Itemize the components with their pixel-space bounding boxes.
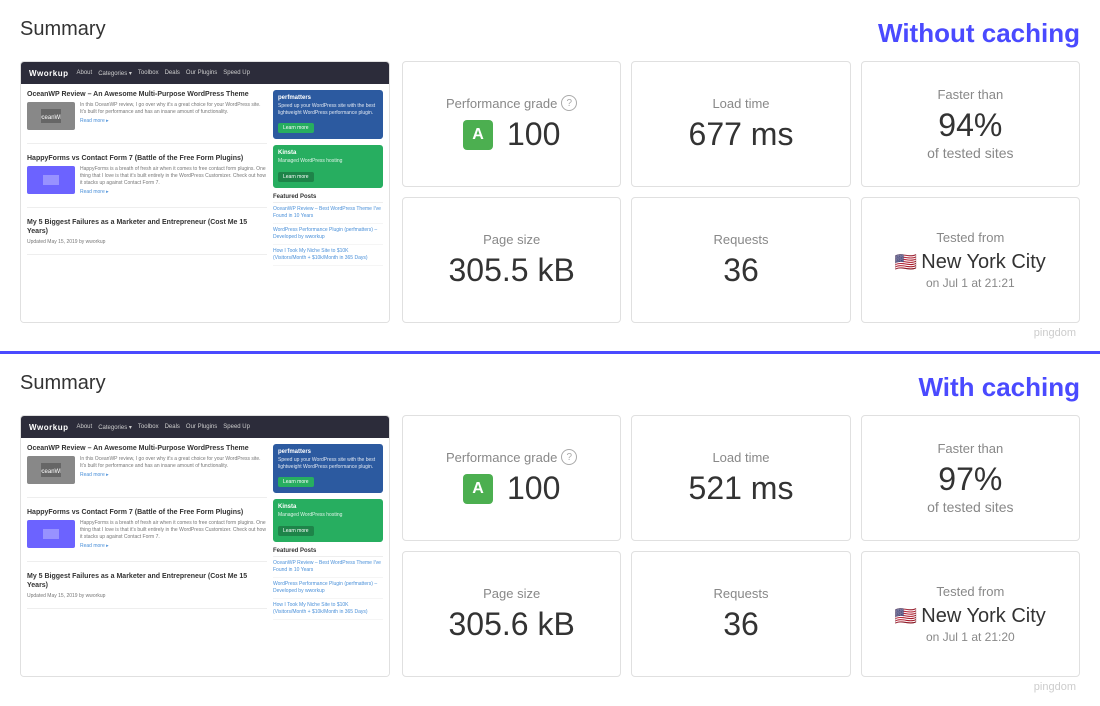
faster-than-value-top: 94% [938,108,1002,143]
tested-from-date-top: on Jul 1 at 21:21 [926,276,1015,290]
mock-post-2-bottom: HappyForms vs Contact Form 7 (Battle of … [27,508,267,562]
faster-than-value-bottom: 97% [938,462,1002,497]
tested-from-date-bottom: on Jul 1 at 21:20 [926,630,1015,644]
perf-value-bottom: 100 [507,471,560,506]
with-caching-section: Summary With caching Wworkup About Categ… [0,354,1100,705]
metric-load-time-bottom: Load time 521 ms [631,415,850,541]
help-icon-perf-bottom[interactable]: ? [561,449,577,465]
section-title-bottom: Summary [20,372,106,395]
help-icon-perf-top[interactable]: ? [561,95,577,111]
mock-posts-top: OceanWP Review – An Awesome Multi-Purpos… [27,90,267,269]
metric-requests-bottom: Requests 36 [631,551,850,677]
pingdom-watermark-top: pingdom [20,323,1080,341]
metric-performance-grade-bottom: Performance grade ? A 100 [402,415,621,541]
metric-page-size-top: Page size 305.5 kB [402,197,621,323]
metrics-grid-top: Performance grade ? A 100 Load time 677 … [402,61,1080,323]
page-size-value-bottom: 305.6 kB [449,607,575,642]
mock-sidebar-bottom: perfmatters Speed up your WordPress site… [273,444,383,623]
grade-badge-top: A [463,120,493,150]
requests-value-top: 36 [723,253,759,288]
section-label-top: Without caching [878,18,1080,49]
mock-post-1-top: OceanWP Review – An Awesome Multi-Purpos… [27,90,267,144]
content-row-bottom: Wworkup About Categories ▾ Toolbox Deals… [20,415,1080,677]
grade-badge-bottom: A [463,474,493,504]
mock-content-top: OceanWP Review – An Awesome Multi-Purpos… [21,84,389,275]
metric-load-time-top: Load time 677 ms [631,61,850,187]
metrics-grid-bottom: Performance grade ? A 100 Load time 521 … [402,415,1080,677]
mock-site-top: Wworkup About Categories ▾ Toolbox Deals… [21,62,389,322]
screenshot-top: Wworkup About Categories ▾ Toolbox Deals… [20,61,390,323]
section-header-top: Summary Without caching [20,18,1080,49]
mock-nav-links-top: About Categories ▾ Toolbox Deals Our Plu… [77,70,250,77]
mock-post-3-bottom: My 5 Biggest Failures as a Marketer and … [27,572,267,609]
metric-tested-from-top: Tested from 🇺🇸 New York City on Jul 1 at… [861,197,1080,323]
flag-top: 🇺🇸 [895,252,917,273]
pingdom-watermark-bottom: pingdom [20,677,1080,695]
mock-post-3-top: My 5 Biggest Failures as a Marketer and … [27,218,267,255]
without-caching-section: Summary Without caching Wworkup About Ca… [0,0,1100,354]
load-time-value-top: 677 ms [689,117,794,152]
requests-value-bottom: 36 [723,607,759,642]
mock-site-bottom: Wworkup About Categories ▾ Toolbox Deals… [21,416,389,676]
mock-sidebar-top: perfmatters Speed up your WordPress site… [273,90,383,269]
section-label-bottom: With caching [918,372,1080,403]
metric-page-size-bottom: Page size 305.6 kB [402,551,621,677]
section-title-top: Summary [20,18,106,41]
svg-text:OceanWP.: OceanWP. [41,115,61,121]
mock-logo-bottom: Wworkup [29,423,69,432]
mock-content-bottom: OceanWP Review – An Awesome Multi-Purpos… [21,438,389,629]
mock-nav-top: Wworkup About Categories ▾ Toolbox Deals… [21,62,389,84]
metric-requests-top: Requests 36 [631,197,850,323]
flag-bottom: 🇺🇸 [895,606,917,627]
load-time-value-bottom: 521 ms [689,471,794,506]
metric-faster-than-top: Faster than 94% of tested sites [861,61,1080,187]
perf-value-top: 100 [507,117,560,152]
mock-post-1-bottom: OceanWP Review – An Awesome Multi-Purpos… [27,444,267,498]
page-size-value-top: 305.5 kB [449,253,575,288]
mock-logo-top: Wworkup [29,69,69,78]
svg-text:OceanWP.: OceanWP. [41,469,61,475]
screenshot-bottom: Wworkup About Categories ▾ Toolbox Deals… [20,415,390,677]
mock-nav-bottom: Wworkup About Categories ▾ Toolbox Deals… [21,416,389,438]
metric-faster-than-bottom: Faster than 97% of tested sites [861,415,1080,541]
metric-performance-grade-top: Performance grade ? A 100 [402,61,621,187]
mock-posts-bottom: OceanWP Review – An Awesome Multi-Purpos… [27,444,267,623]
section-header-bottom: Summary With caching [20,372,1080,403]
metric-tested-from-bottom: Tested from 🇺🇸 New York City on Jul 1 at… [861,551,1080,677]
mock-post-2-top: HappyForms vs Contact Form 7 (Battle of … [27,154,267,208]
mock-nav-links-bottom: About Categories ▾ Toolbox Deals Our Plu… [77,424,250,431]
content-row-top: Wworkup About Categories ▾ Toolbox Deals… [20,61,1080,323]
